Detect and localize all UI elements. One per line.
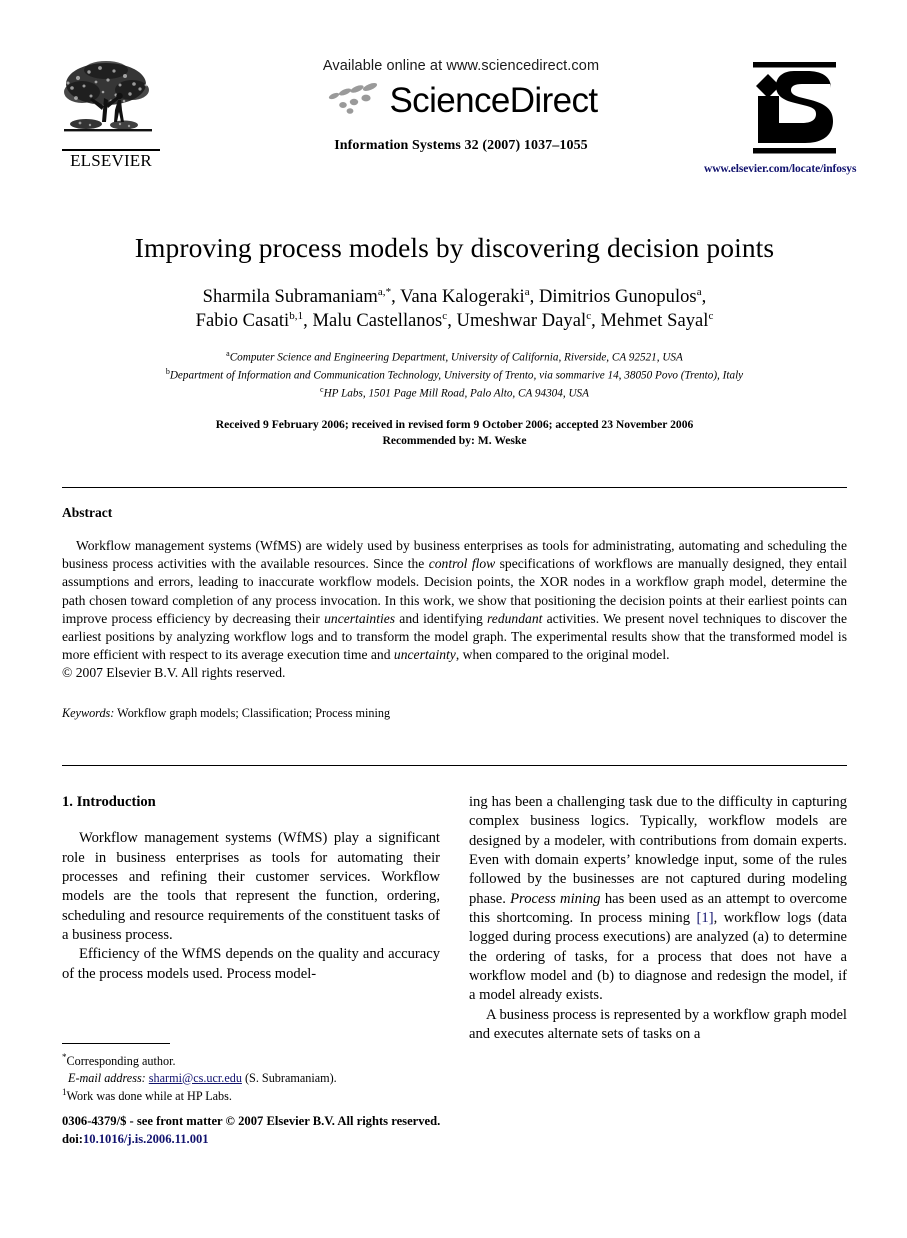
affiliation-item: aComputer Science and Engineering Depart… [62, 348, 847, 366]
title-block: Improving process models by discovering … [62, 232, 847, 450]
author-line-2: Fabio Casatib,1, Malu Castellanos c , Umes… [62, 309, 847, 334]
doi-line: doi:10.1016/j.is.2006.11.001 [62, 1131, 622, 1149]
article-first-page: ELSEVIER Available online at www.science… [0, 0, 907, 1238]
email-owner: (S. Subramaniam). [244, 1070, 337, 1085]
abstract-emphasis: control flow [428, 556, 496, 572]
abstract-emphasis: uncertainties [324, 610, 396, 626]
body-column-left: 1. Introduction Workflow management syst… [62, 793, 440, 984]
elsevier-tree-icon [62, 58, 154, 148]
recommended-by: Recommended by: M. Weske [382, 434, 527, 448]
intro-paragraph-1: Workflow management systems (WfMS) play … [62, 830, 440, 943]
body-emphasis: Process mining [510, 890, 601, 907]
citation-link-1[interactable]: [1] [697, 910, 714, 926]
page-footer: 0306-4379/$ - see front matter © 2007 El… [62, 1113, 622, 1149]
sciencedirect-wordmark: ScienceDirect [389, 80, 598, 120]
affiliation-list: aComputer Science and Engineering Depart… [62, 348, 847, 402]
footnote-email: E-mail address: sharmi@cs.ucr.edu (S. Su… [62, 1070, 440, 1087]
elsevier-logo: ELSEVIER [62, 58, 160, 170]
body-column-right: ing has been a challenging task due to t… [469, 793, 847, 1044]
sciencedirect-logo: ScienceDirect [276, 81, 646, 119]
keywords-value: Workflow graph models; Classification; P… [114, 705, 391, 720]
author-name: Sharmila Subramaniam [202, 286, 378, 307]
author-affiliation-marker: a,* [377, 285, 392, 298]
intro-paragraph-4: A business process is represented by a w… [469, 1006, 847, 1042]
footnote-text: Work was done while at HP Labs. [66, 1089, 232, 1104]
author-separator: , [701, 286, 707, 307]
affiliation-item: cHP Labs, 1501 Page Mill Road, Palo Alto… [62, 384, 847, 402]
doi-link[interactable]: 10.1016/j.is.2006.11.001 [83, 1132, 209, 1146]
abstract-emphasis: uncertainty [393, 647, 456, 663]
publication-history: Received 9 February 2006; received in re… [62, 417, 847, 450]
page-title: Improving process models by discovering … [134, 232, 775, 263]
abstract-paragraph: Workflow management systems (WfMS) are w… [62, 537, 847, 664]
abstract-text: and identifying [395, 610, 488, 626]
journal-reference: Information Systems 32 (2007) 1037–1055 [334, 138, 588, 153]
intro-paragraph-2: Efficiency of the WfMS depends on the qu… [62, 946, 440, 982]
author-affiliation-marker: c [708, 310, 714, 323]
sciencedirect-swoosh-icon [329, 83, 378, 114]
footnote-corresponding-author: *Corresponding author. [62, 1051, 440, 1070]
doi-label: doi: [62, 1131, 83, 1146]
author-name: , Mehmet Sayal [591, 311, 709, 332]
elsevier-wordmark: ELSEVIER [62, 149, 160, 170]
keywords-line: Keywords: Workflow graph models; Classif… [62, 706, 847, 721]
author-affiliation-marker: b,1 [289, 310, 304, 323]
abstract-emphasis: redundant [487, 610, 543, 626]
author-name: , Malu Castellanos [303, 311, 443, 332]
author-line-1: Sharmila Subramaniama,*, Vana Kalogeraki… [62, 285, 847, 310]
author-list: Sharmila Subramaniama,*, Vana Kalogeraki… [62, 285, 847, 334]
footnote-text: Corresponding author. [66, 1054, 176, 1069]
affiliation-text: HP Labs, 1501 Page Mill Road, Palo Alto,… [323, 387, 589, 400]
email-link[interactable]: sharmi@cs.ucr.edu [149, 1071, 242, 1085]
footnote-note-1: 1Work was done while at HP Labs. [62, 1086, 440, 1105]
divider-above-abstract [62, 487, 847, 488]
abstract-heading: Abstract [62, 505, 113, 520]
author-name: Fabio Casati [195, 311, 290, 332]
footnote-divider [62, 1043, 170, 1044]
affiliation-text: Department of Information and Communicat… [169, 369, 744, 382]
divider-below-abstract [62, 765, 847, 766]
affiliation-item: bDepartment of Information and Communica… [62, 366, 847, 384]
masthead: ELSEVIER Available online at www.science… [62, 58, 856, 203]
received-dates: Received 9 February 2006; received in re… [215, 417, 694, 431]
journal-url[interactable]: www.elsevier.com/locate/infosys [704, 163, 856, 175]
email-label: E-mail address: [68, 1070, 146, 1085]
keywords-label: Keywords: [62, 705, 115, 720]
issn-front-matter: 0306-4379/$ - see front matter © 2007 El… [62, 1114, 441, 1128]
abstract-text: , when compared to the original model. [455, 647, 670, 663]
author-name: , Umeshwar Dayal [447, 311, 587, 332]
intro-paragraph-3: ing has been a challenging task due to t… [469, 793, 847, 1006]
abstract-section: Abstract Workflow management systems (Wf… [62, 505, 847, 721]
author-name: , Vana Kalogeraki [391, 286, 525, 307]
sciencedirect-block: Available online at www.sciencedirect.co… [276, 58, 646, 154]
section-heading-introduction: 1. Introduction [62, 794, 156, 810]
journal-logo: www.elsevier.com/locate/infosys [704, 58, 856, 175]
available-online-text: Available online at www.sciencedirect.co… [322, 58, 600, 74]
footnote-section: *Corresponding author. E-mail address: s… [62, 1051, 440, 1105]
information-systems-logo-icon [747, 58, 842, 160]
affiliation-text: Computer Science and Engineering Departm… [229, 351, 683, 364]
abstract-copyright: © 2007 Elsevier B.V. All rights reserved… [62, 665, 286, 681]
author-name: , Dimitrios Gunopulos [529, 286, 697, 307]
